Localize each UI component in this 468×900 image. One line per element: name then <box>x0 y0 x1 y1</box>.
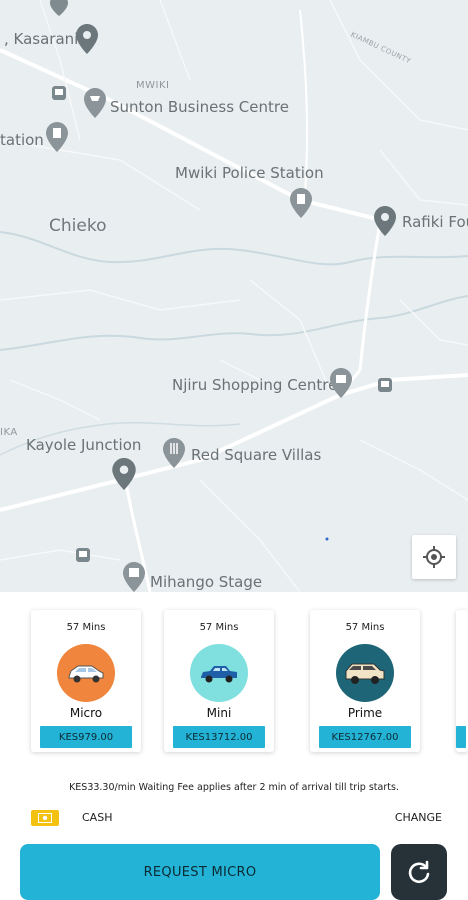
map-pin-icon[interactable] <box>76 24 98 54</box>
ride-eta: 57 Mins <box>345 622 385 633</box>
shopping-bag-icon[interactable] <box>330 368 352 398</box>
ride-card-micro[interactable]: 57 Mins Micro KES979.00 <box>31 610 141 752</box>
ride-card-mini[interactable]: 57 Mins Mini KES13712.00 <box>164 610 274 752</box>
cash-icon <box>31 810 59 826</box>
restaurant-icon[interactable] <box>163 438 185 468</box>
ride-type-carousel[interactable]: 57 Mins Micro KES979.00 57 Mins Mini KES… <box>0 610 468 752</box>
crosshair-icon <box>423 546 445 568</box>
map-label-redsquare: Red Square Villas <box>191 446 322 464</box>
map-label-kasarani: , Kasarani <box>4 30 79 48</box>
ride-icon-circle <box>57 644 115 702</box>
change-payment-button[interactable]: CHANGE <box>395 811 442 824</box>
suv-car-icon <box>345 663 385 684</box>
ride-price: KES979.00 <box>40 726 132 748</box>
ride-name: Prime <box>347 706 383 720</box>
ride-price: KES12767.00 <box>319 726 411 748</box>
ride-name: Micro <box>69 706 103 720</box>
map-pin-icon[interactable] <box>374 206 396 236</box>
payment-row: CASH CHANGE <box>0 807 468 829</box>
ride-name: Mini <box>206 706 232 720</box>
current-location-dot <box>325 537 329 541</box>
map-label-mwiki: MWIKI <box>136 80 170 91</box>
ride-card-next[interactable] <box>456 610 468 752</box>
bus-stop-icon[interactable] <box>378 378 392 392</box>
waiting-fee-note: KES33.30/min Waiting Fee applies after 2… <box>69 782 399 793</box>
police-icon[interactable] <box>46 122 68 152</box>
map-view[interactable]: , Kasarani MWIKI Sunton Business Centre … <box>0 0 468 592</box>
shopping-cart-icon[interactable] <box>84 88 106 118</box>
ride-eta: 57 Mins <box>199 622 239 633</box>
payment-method-label: CASH <box>82 811 113 824</box>
map-label-chieko: Chieko <box>49 216 107 236</box>
ride-eta: 57 Mins <box>66 622 106 633</box>
map-label-mihango: Mihango Stage <box>150 573 263 591</box>
map-pin-icon[interactable] <box>50 0 68 16</box>
map-label-sunton: Sunton Business Centre <box>110 98 289 116</box>
refresh-icon <box>408 860 430 884</box>
sedan-car-icon <box>201 666 237 683</box>
police-station-icon[interactable] <box>290 188 312 218</box>
ride-icon-circle <box>336 644 394 702</box>
bus-station-icon[interactable] <box>123 562 145 592</box>
bus-stop-icon[interactable] <box>52 86 66 100</box>
map-label-njiru: Njiru Shopping Centre <box>172 376 338 394</box>
map-label-kayole: Kayole Junction <box>26 436 142 454</box>
ride-card-prime[interactable]: 57 Mins Prime KES12767.00 <box>310 610 420 752</box>
map-label-police: Mwiki Police Station <box>175 164 324 182</box>
request-ride-button[interactable]: REQUEST MICRO <box>20 844 380 900</box>
map-label-station: tation <box>0 131 44 149</box>
ride-options-sheet: 57 Mins Micro KES979.00 57 Mins Mini KES… <box>0 592 468 900</box>
refresh-button[interactable] <box>391 844 447 900</box>
map-roads <box>0 0 468 592</box>
bus-stop-icon[interactable] <box>76 548 90 562</box>
locate-me-button[interactable] <box>412 535 456 579</box>
ride-price: KES13712.00 <box>173 726 265 748</box>
map-pin-icon[interactable] <box>112 458 136 490</box>
map-label-rafiki: Rafiki Fou <box>402 213 468 231</box>
ride-price-stub <box>456 726 466 748</box>
map-label-ika: IKA <box>0 427 18 438</box>
hatchback-car-icon <box>68 665 104 683</box>
ride-icon-circle <box>190 644 248 702</box>
